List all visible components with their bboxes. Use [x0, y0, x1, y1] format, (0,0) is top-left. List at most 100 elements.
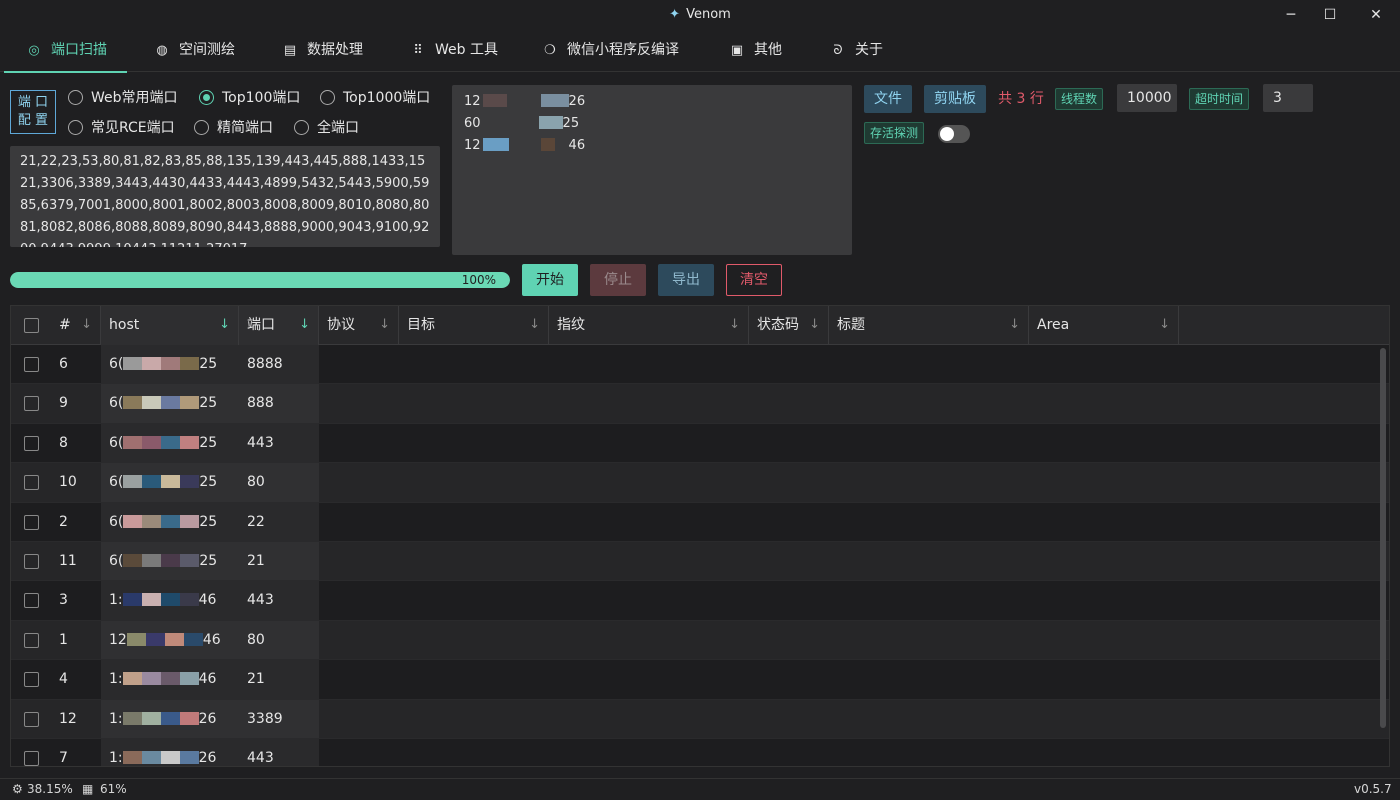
row-checkbox[interactable] [24, 554, 39, 569]
column-header-port[interactable]: 端口 ↓ [239, 306, 319, 345]
table-row[interactable]: 11 6(25 21 [11, 542, 1389, 582]
target-line: 12 46 [464, 135, 840, 157]
target-prefix: 60 [464, 116, 481, 131]
redacted-block [482, 138, 509, 151]
row-checkbox[interactable] [24, 475, 39, 491]
redacted-block [123, 554, 143, 567]
timeout-input[interactable]: 3 [1263, 84, 1313, 112]
table-row[interactable]: 1 12 46 80 [11, 620, 1389, 661]
row-checkbox[interactable] [24, 593, 39, 609]
radio-top100[interactable]: Top100端口 [199, 87, 300, 107]
file-button[interactable]: 文件 [864, 85, 912, 113]
ports-textarea[interactable]: 21,22,23,53,80,81,82,83,85,88,135,139,44… [10, 146, 440, 247]
radio-all-ports[interactable]: 全端口 [294, 117, 359, 137]
row-host: 1: 26 [109, 739, 216, 766]
row-host: 1: 46 [109, 581, 216, 620]
row-checkbox[interactable] [24, 672, 39, 688]
targets-textarea[interactable]: 12 26 60 25 12 46 [452, 85, 852, 255]
row-index: 11 [59, 553, 77, 569]
tab-port-scan[interactable]: ◎ 端口扫描 [4, 30, 127, 73]
sort-arrow-icon: ↓ [81, 317, 92, 332]
clipboard-button[interactable]: 剪贴板 [924, 85, 986, 113]
select-all-checkbox[interactable] [24, 318, 39, 333]
tab-space-mapping[interactable]: ◍ 空间测绘 [154, 30, 235, 72]
table-row[interactable]: 7 1: 26 443 [11, 739, 1389, 766]
redacted-gap [507, 94, 541, 107]
tab-other[interactable]: ▣ 其他 [729, 30, 782, 72]
stop-button[interactable]: 停止 [590, 264, 646, 296]
table-row[interactable]: 3 1: 46 443 [11, 581, 1389, 621]
row-checkbox[interactable] [24, 632, 39, 648]
redacted-block [161, 554, 181, 567]
compass-icon: ◎ [28, 43, 40, 58]
row-port: 8888 [247, 356, 283, 372]
tab-label: Web 工具 [435, 42, 498, 58]
tab-wechat-decompile[interactable]: ❍ 微信小程序反编译 [542, 30, 679, 72]
tab-about[interactable]: ᘐ 关于 [830, 30, 883, 72]
redacted-block [180, 357, 200, 370]
column-header-area[interactable]: Area ↓ [1029, 306, 1179, 345]
redacted-block [160, 751, 180, 764]
column-header-fingerprint[interactable]: 指纹 ↓ [549, 306, 749, 345]
redacted-block [160, 593, 180, 607]
row-checkbox[interactable] [24, 435, 39, 451]
row-port: 21 [247, 553, 265, 569]
table-row[interactable]: 10 6(25 80 [11, 463, 1389, 503]
table-row[interactable]: 8 6(25 443 [11, 423, 1389, 464]
memory-usage: 61% [100, 782, 127, 796]
radio-compact-ports[interactable]: 精简端口 [194, 117, 273, 137]
column-label: Area [1037, 317, 1070, 333]
host-prefix: 1: [109, 710, 123, 727]
column-header-index[interactable]: # ↓ [51, 306, 101, 345]
column-header-host[interactable]: host ↓ [101, 306, 239, 345]
threads-input[interactable]: 10000 [1117, 84, 1177, 112]
row-checkbox[interactable] [24, 514, 39, 530]
table-row[interactable]: 4 1: 46 21 [11, 660, 1389, 700]
table-row[interactable]: 9 6(25 888 [11, 384, 1389, 424]
row-checkbox[interactable] [24, 357, 39, 372]
redacted-block [180, 475, 200, 489]
redacted-block [180, 435, 200, 449]
table-row[interactable]: 6 6(25 8888 [11, 345, 1389, 385]
alive-detect-toggle[interactable] [938, 125, 970, 143]
row-host: 6(25 [109, 384, 217, 423]
column-header-target[interactable]: 目标 ↓ [399, 306, 549, 345]
start-button[interactable]: 开始 [522, 264, 578, 296]
row-index: 10 [59, 474, 77, 491]
host-prefix: 1: [109, 592, 123, 609]
export-button[interactable]: 导出 [658, 264, 714, 296]
table-row[interactable]: 2 6(25 22 [11, 502, 1389, 542]
redacted-block [161, 435, 181, 449]
redacted-block [123, 435, 143, 449]
clear-button[interactable]: 清空 [726, 264, 782, 296]
row-port: 22 [247, 513, 265, 530]
table-scrollbar[interactable] [1380, 348, 1386, 728]
tab-web-tools[interactable]: ⠿ Web 工具 [410, 30, 498, 72]
redacted-block [123, 475, 143, 489]
maximize-icon[interactable]: ☐ [1319, 4, 1341, 26]
row-checkbox[interactable] [24, 751, 39, 766]
threads-label: 线程数 [1055, 88, 1104, 110]
cpu-usage: 38.15% [27, 782, 73, 796]
radio-top1000[interactable]: Top1000端口 [320, 87, 430, 107]
redacted-block [142, 435, 162, 449]
column-header-protocol[interactable]: 协议 ↓ [319, 306, 399, 345]
row-checkbox[interactable] [24, 711, 39, 727]
row-checkbox[interactable] [24, 396, 39, 412]
tab-data-processing[interactable]: ▤ 数据处理 [282, 30, 363, 72]
radio-web-ports[interactable]: Web常用端口 [68, 87, 178, 107]
progress-fill [10, 272, 510, 288]
redacted-block [142, 514, 162, 528]
column-header-status-code[interactable]: 状态码 ↓ [749, 306, 829, 345]
column-header-title[interactable]: 标题 ↓ [829, 306, 1029, 345]
venom-logo-icon: ✦ [669, 7, 681, 22]
target-suffix: 46 [568, 138, 586, 153]
close-icon[interactable]: ✕ [1365, 4, 1387, 26]
column-label: 协议 [327, 317, 355, 333]
table-row[interactable]: 12 1: 26 3389 [11, 699, 1389, 739]
minimize-icon[interactable]: ─ [1280, 4, 1302, 26]
redacted-block [160, 672, 180, 686]
radio-label: Top1000端口 [343, 90, 431, 106]
radio-rce-ports[interactable]: 常见RCE端口 [68, 117, 175, 137]
line-count-text: 共 3 行 [998, 91, 1044, 107]
